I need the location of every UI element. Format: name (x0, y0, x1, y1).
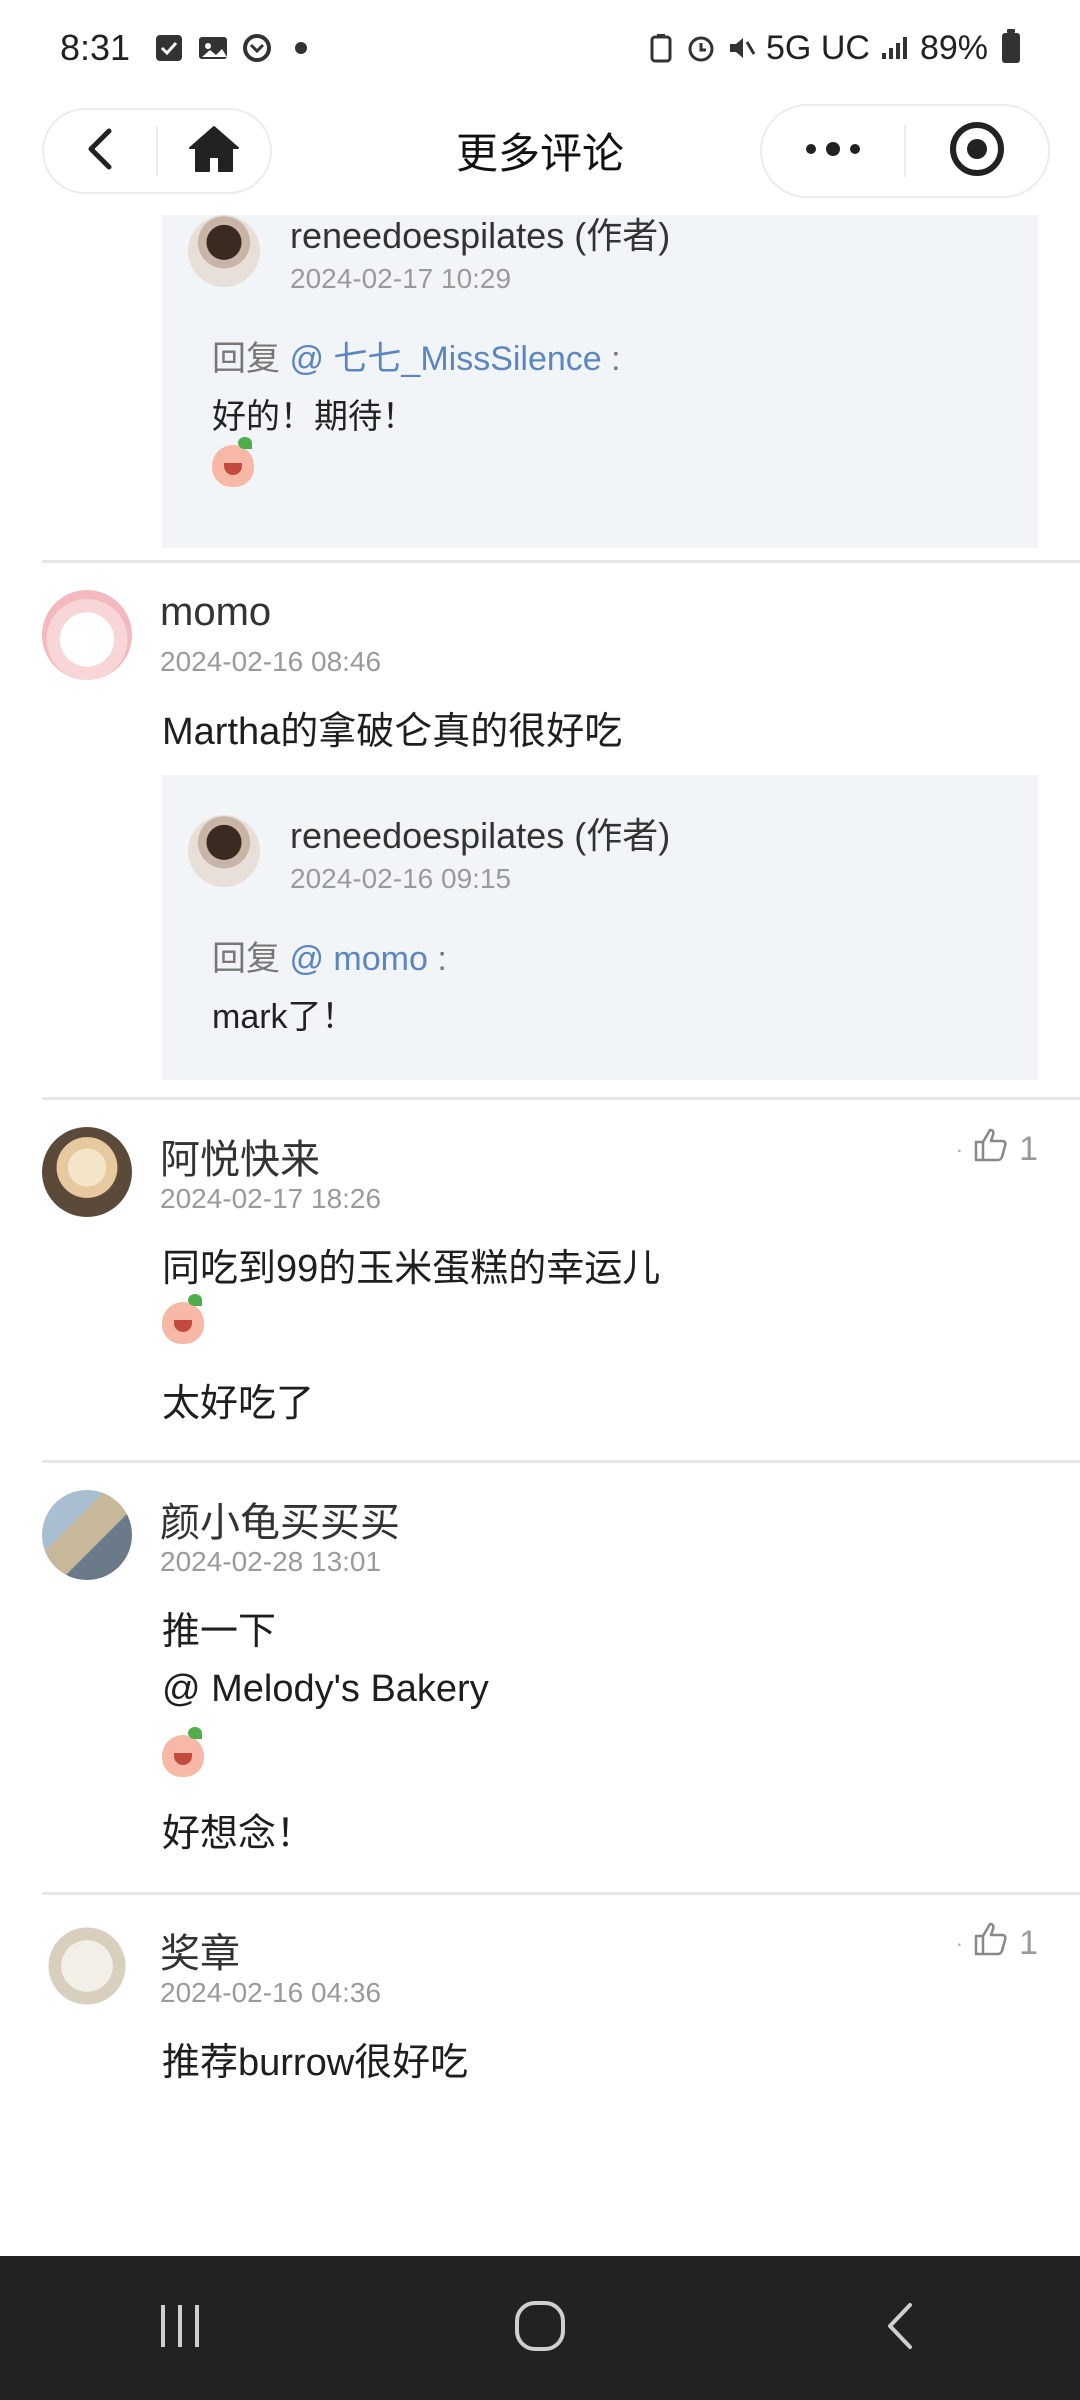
mention-link[interactable]: @ Melody's Bakery (162, 1668, 489, 1711)
reply-text: mark了！ (212, 998, 356, 1036)
home-nav-button[interactable] (480, 2288, 600, 2368)
comment-author[interactable]: 阿悦快来 (160, 1127, 320, 1185)
back-chevron-icon (882, 2299, 918, 2358)
emoji-icon (212, 437, 254, 487)
avatar[interactable] (188, 215, 260, 287)
divider (42, 560, 1080, 563)
reply-author[interactable]: reneedoespilates (作者) (290, 815, 670, 857)
comment-text: 推荐burrow很好吃 (162, 2042, 469, 2084)
avatar[interactable] (42, 590, 132, 680)
battery-icon (1002, 29, 1020, 63)
header: 更多评论 (0, 100, 1080, 210)
divider (42, 1097, 1080, 1100)
reply-box: reneedoespilates (作者) 2024-02-16 09:15 回… (162, 775, 1038, 1080)
comment-time: 2024-02-16 04:36 (160, 1977, 382, 2008)
comment-text: 好想念！ (162, 1813, 315, 1855)
reply-text: 好的！期待！ (212, 398, 416, 436)
emoji-icon (162, 1294, 204, 1344)
comment-time: 2024-02-17 18:26 (160, 1183, 382, 1214)
thumbs-up-icon (973, 1921, 1009, 1966)
battery-saver-icon (646, 33, 676, 63)
status-time: 8:31 (60, 27, 131, 68)
thumbs-up-icon (973, 1127, 1009, 1172)
gallery-notification-icon (198, 33, 228, 63)
app-notification-icon (242, 33, 272, 63)
more-dots-icon (803, 141, 863, 162)
reply-author[interactable]: reneedoespilates (作者) (290, 215, 670, 257)
mention-link[interactable]: @ 七七_MissSilence (289, 340, 601, 378)
system-nav-bar (0, 2256, 1080, 2400)
like-button[interactable]: · 1 (956, 1921, 1038, 1966)
home-circle-icon (513, 2299, 567, 2358)
comment-author[interactable]: 奖章 (160, 1921, 240, 1979)
mention-link[interactable]: @ momo (289, 940, 427, 978)
alarm-icon (686, 33, 716, 63)
recent-apps-icon (155, 2301, 205, 2356)
avatar[interactable] (42, 1490, 132, 1580)
avatar[interactable] (42, 1127, 132, 1217)
reply-box: reneedoespilates (作者) 2024-02-17 10:29 回… (162, 215, 1038, 548)
like-count: 1 (1019, 1924, 1038, 1962)
comment-text: 太好吃了 (162, 1383, 315, 1425)
signal-icon (880, 33, 910, 63)
reply-prefix: 回复 (212, 340, 280, 378)
comment-text: 同吃到99的玉米蛋糕的幸运儿 (162, 1248, 661, 1290)
back-nav-button[interactable] (840, 2288, 960, 2368)
divider (42, 1460, 1080, 1463)
reply-time: 2024-02-16 09:15 (290, 863, 512, 894)
status-bar: 8:31 5G UC 89% (0, 0, 1080, 96)
like-button[interactable]: · 1 (956, 1127, 1038, 1172)
close-miniprogram-button[interactable] (906, 106, 1048, 196)
mute-icon (726, 33, 756, 63)
comment-text: Martha的拿破仑真的很好吃 (162, 711, 623, 753)
recent-apps-button[interactable] (120, 2288, 240, 2368)
divider (42, 1892, 1080, 1895)
comment-text: 推一下 (162, 1611, 277, 1653)
comments-list: reneedoespilates (作者) 2024-02-17 10:29 回… (0, 215, 1080, 2255)
dot-icon (286, 33, 316, 63)
comment-time: 2024-02-16 08:46 (160, 646, 382, 677)
more-button[interactable] (762, 106, 904, 196)
avatar[interactable] (42, 1921, 132, 2011)
comment-author[interactable]: momo (160, 590, 271, 635)
emoji-icon (162, 1727, 204, 1777)
avatar[interactable] (188, 815, 260, 887)
menu-capsule (760, 104, 1050, 198)
checkbox-notification-icon (154, 33, 184, 63)
target-icon (948, 120, 1006, 183)
network-label: 5G UC (766, 28, 870, 67)
reply-time: 2024-02-17 10:29 (290, 263, 512, 294)
comment-time: 2024-02-28 13:01 (160, 1546, 382, 1577)
comment-author[interactable]: 颜小龟买买买 (160, 1490, 400, 1548)
reply-prefix: 回复 (212, 940, 280, 978)
like-count: 1 (1019, 1130, 1038, 1168)
battery-percent: 89% (919, 28, 988, 67)
